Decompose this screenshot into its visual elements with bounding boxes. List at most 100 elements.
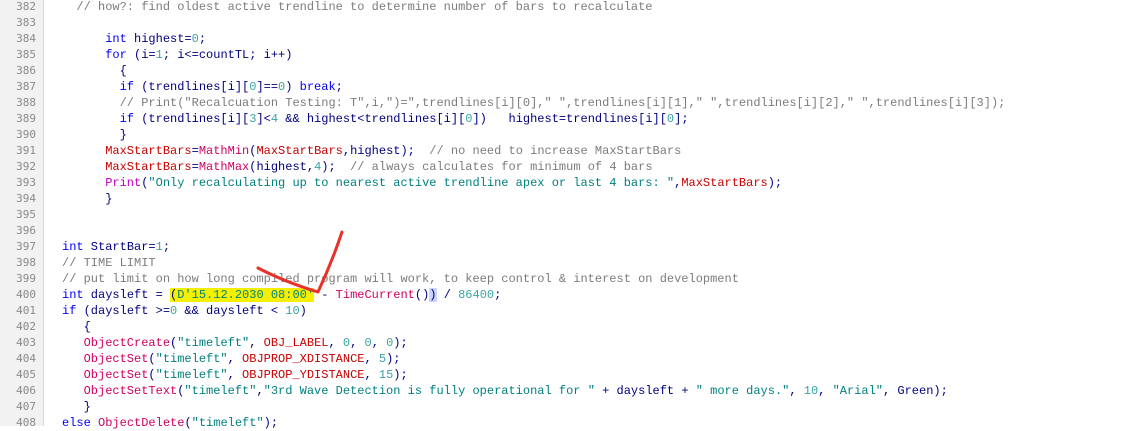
code-token: && highest<trendlines[i][ [278, 112, 466, 126]
code-token: } [62, 128, 127, 142]
code-token: , [249, 336, 264, 350]
code-text: if (trendlines[i][3]<4 && highest<trendl… [62, 111, 689, 127]
code-text: } [62, 127, 127, 143]
code-token: ); [263, 416, 279, 430]
code-line: 387 if (trendlines[i][0]==0) break; [0, 79, 1123, 95]
code-line: 403 ObjectCreate("timeleft", OBJ_LABEL, … [0, 335, 1123, 351]
code-token: ; [162, 240, 171, 254]
line-number: 385 [16, 48, 36, 61]
line-number: 396 [16, 224, 36, 237]
code-token: - [314, 288, 336, 302]
code-token: OBJPROP_XDISTANCE [242, 352, 365, 366]
code-text: ObjectSetText("timeleft","3rd Wave Detec… [62, 383, 948, 399]
code-line: 386 { [0, 63, 1123, 79]
code-text: ObjectSet("timeleft", OBJPROP_YDISTANCE,… [62, 367, 408, 383]
code-token: ( [148, 368, 156, 382]
code-token: ObjectCreate [62, 336, 171, 350]
code-token: MaxStartBars [681, 176, 768, 190]
line-number: 387 [16, 80, 36, 93]
code-line: 390 } [0, 127, 1123, 143]
code-token: StartBar= [83, 240, 156, 254]
code-line: 391 MaxStartBars=MathMin(MaxStartBars,hi… [0, 143, 1123, 159]
code-token: "timeleft" [177, 336, 250, 350]
code-token: "timeleft" [184, 384, 257, 398]
code-line: 402 { [0, 319, 1123, 335]
code-token: int [62, 240, 84, 254]
code-token: ; [494, 288, 502, 302]
code-text: // TIME LIMIT [62, 255, 156, 271]
code-line: 404 ObjectSet("timeleft", OBJPROP_XDISTA… [0, 351, 1123, 367]
code-token: "Only recalculating up to nearest active… [148, 176, 675, 190]
code-token: ; i<=countTL; i++) [162, 48, 293, 62]
code-token: (i= [126, 48, 156, 62]
code-line: 395 [0, 207, 1123, 223]
code-token: (daysleft >= [76, 304, 171, 318]
code-line: 407 } [0, 399, 1123, 415]
code-text: // Print("Recalcuation Testing: T",i,")=… [62, 95, 1006, 111]
line-number: 405 [16, 368, 36, 381]
line-number: 404 [16, 352, 36, 365]
code-token: ]; [674, 112, 689, 126]
code-token: ); [767, 176, 783, 190]
code-token: "timeleft" [191, 416, 264, 430]
line-number: 394 [16, 192, 36, 205]
code-token: "3rd Wave Detection is fully operational… [263, 384, 595, 398]
code-line: 394 } [0, 191, 1123, 207]
code-token: ObjectSetText [62, 384, 178, 398]
line-number: 391 [16, 144, 36, 157]
code-token: int [62, 288, 84, 302]
code-line: 398 // TIME LIMIT [0, 255, 1123, 271]
code-line: 401 if (daysleft >=0 && daysleft < 10) [0, 303, 1123, 319]
code-token: // Print("Recalcuation Testing: T",i,")=… [62, 96, 1006, 110]
code-text: } [62, 191, 112, 207]
code-token: , [371, 336, 387, 350]
code-token: ObjectSet [62, 368, 149, 382]
code-token: "timeleft" [155, 352, 228, 366]
code-token: highest= [126, 32, 192, 46]
line-number: 382 [16, 0, 36, 13]
code-token: // how?: find oldest active trendline to… [62, 0, 653, 14]
code-token: , [227, 368, 243, 382]
code-line: 405 ObjectSet("timeleft", OBJPROP_YDISTA… [0, 367, 1123, 383]
code-text: for (i=1; i<=countTL; i++) [62, 47, 292, 63]
code-token: 10 [285, 304, 300, 318]
code-token: { [62, 64, 127, 78]
code-token: 0 [364, 336, 372, 350]
code-token: () [414, 288, 430, 302]
code-line: 389 if (trendlines[i][3]<4 && highest<tr… [0, 111, 1123, 127]
line-number: 392 [16, 160, 36, 173]
code-token: = [191, 144, 199, 158]
code-editor[interactable]: 382 // how?: find oldest active trendlin… [0, 0, 1123, 430]
line-number: 408 [16, 416, 36, 429]
code-line: 397 int StartBar=1; [0, 239, 1123, 255]
code-line: 399 // put limit on how long compiled pro… [0, 271, 1123, 287]
code-token: , [227, 352, 243, 366]
code-text: { [62, 63, 127, 79]
code-token: 1 [155, 240, 163, 254]
code-line: 388 // Print("Recalcuation Testing: T",i… [0, 95, 1123, 111]
code-token: ,highest); [342, 144, 430, 158]
line-number: 395 [16, 208, 36, 221]
code-token: ) [429, 288, 437, 302]
code-text: // put limit on how long compiled progra… [62, 271, 739, 287]
code-token: MathMin [198, 144, 250, 158]
code-line: 393 Print("Only recalculating up to near… [0, 175, 1123, 191]
code-text: int daysleft = (D'15.12.2030 08:00' - Ti… [62, 287, 501, 303]
code-token: , [789, 384, 804, 398]
code-token: ); [386, 352, 401, 366]
code-token: " more days." [695, 384, 790, 398]
code-token: ]) highest=trendlines[i][ [472, 112, 667, 126]
code-token: } [62, 192, 113, 206]
code-token: 5 [378, 352, 387, 366]
line-number: 390 [16, 128, 36, 141]
code-token: // no need to increase MaxStartBars [429, 144, 682, 158]
code-token: MaxStartBars [62, 144, 192, 158]
code-line: 384 int highest=0; [0, 31, 1123, 47]
code-token: if [62, 80, 135, 94]
line-number: 386 [16, 64, 36, 77]
code-token: , [328, 336, 343, 350]
code-token: , [256, 384, 264, 398]
code-text: if (daysleft >=0 && daysleft < 10) [62, 303, 307, 319]
code-text: int StartBar=1; [62, 239, 170, 255]
